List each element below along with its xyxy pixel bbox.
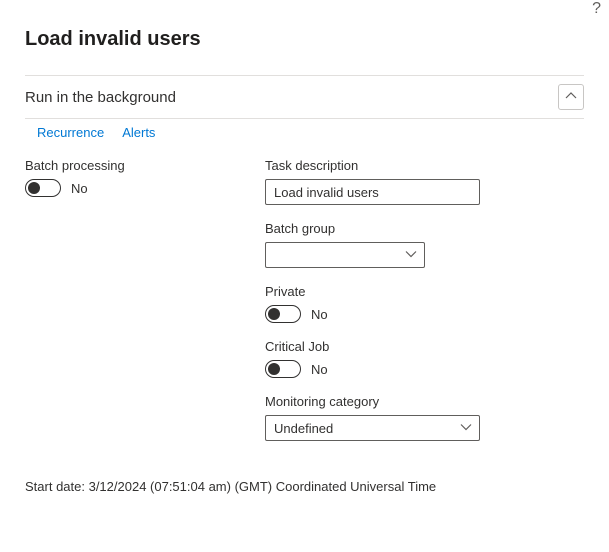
task-description-label: Task description xyxy=(265,158,584,173)
tab-alerts[interactable]: Alerts xyxy=(122,125,155,140)
private-label: Private xyxy=(265,284,584,299)
field-task-description: Task description xyxy=(265,158,584,205)
field-private: Private No xyxy=(265,284,584,323)
critical-job-value: No xyxy=(311,362,328,377)
batch-processing-toggle[interactable] xyxy=(25,179,61,197)
task-description-input[interactable] xyxy=(265,179,480,205)
field-monitoring-category: Monitoring category xyxy=(265,394,584,441)
section-header: Run in the background xyxy=(25,75,584,119)
batch-processing-label: Batch processing xyxy=(25,158,225,173)
start-date-text: Start date: 3/12/2024 (07:51:04 am) (GMT… xyxy=(25,479,584,494)
collapse-button[interactable] xyxy=(558,84,584,110)
monitoring-category-select[interactable] xyxy=(265,415,480,441)
field-batch-group: Batch group xyxy=(265,221,584,268)
critical-job-label: Critical Job xyxy=(265,339,584,354)
tabs: Recurrence Alerts xyxy=(37,125,584,140)
tab-recurrence[interactable]: Recurrence xyxy=(37,125,104,140)
batch-processing-value: No xyxy=(71,181,88,196)
private-toggle[interactable] xyxy=(265,305,301,323)
section-title: Run in the background xyxy=(25,89,176,106)
batch-group-select[interactable] xyxy=(265,242,425,268)
batch-group-label: Batch group xyxy=(265,221,584,236)
critical-job-toggle[interactable] xyxy=(265,360,301,378)
page-title: Load invalid users xyxy=(25,28,584,51)
monitoring-category-label: Monitoring category xyxy=(265,394,584,409)
chevron-up-icon xyxy=(565,90,577,105)
field-batch-processing: Batch processing No xyxy=(25,158,225,197)
field-critical-job: Critical Job No xyxy=(265,339,584,378)
help-icon[interactable]: ? xyxy=(592,0,601,18)
private-value: No xyxy=(311,307,328,322)
